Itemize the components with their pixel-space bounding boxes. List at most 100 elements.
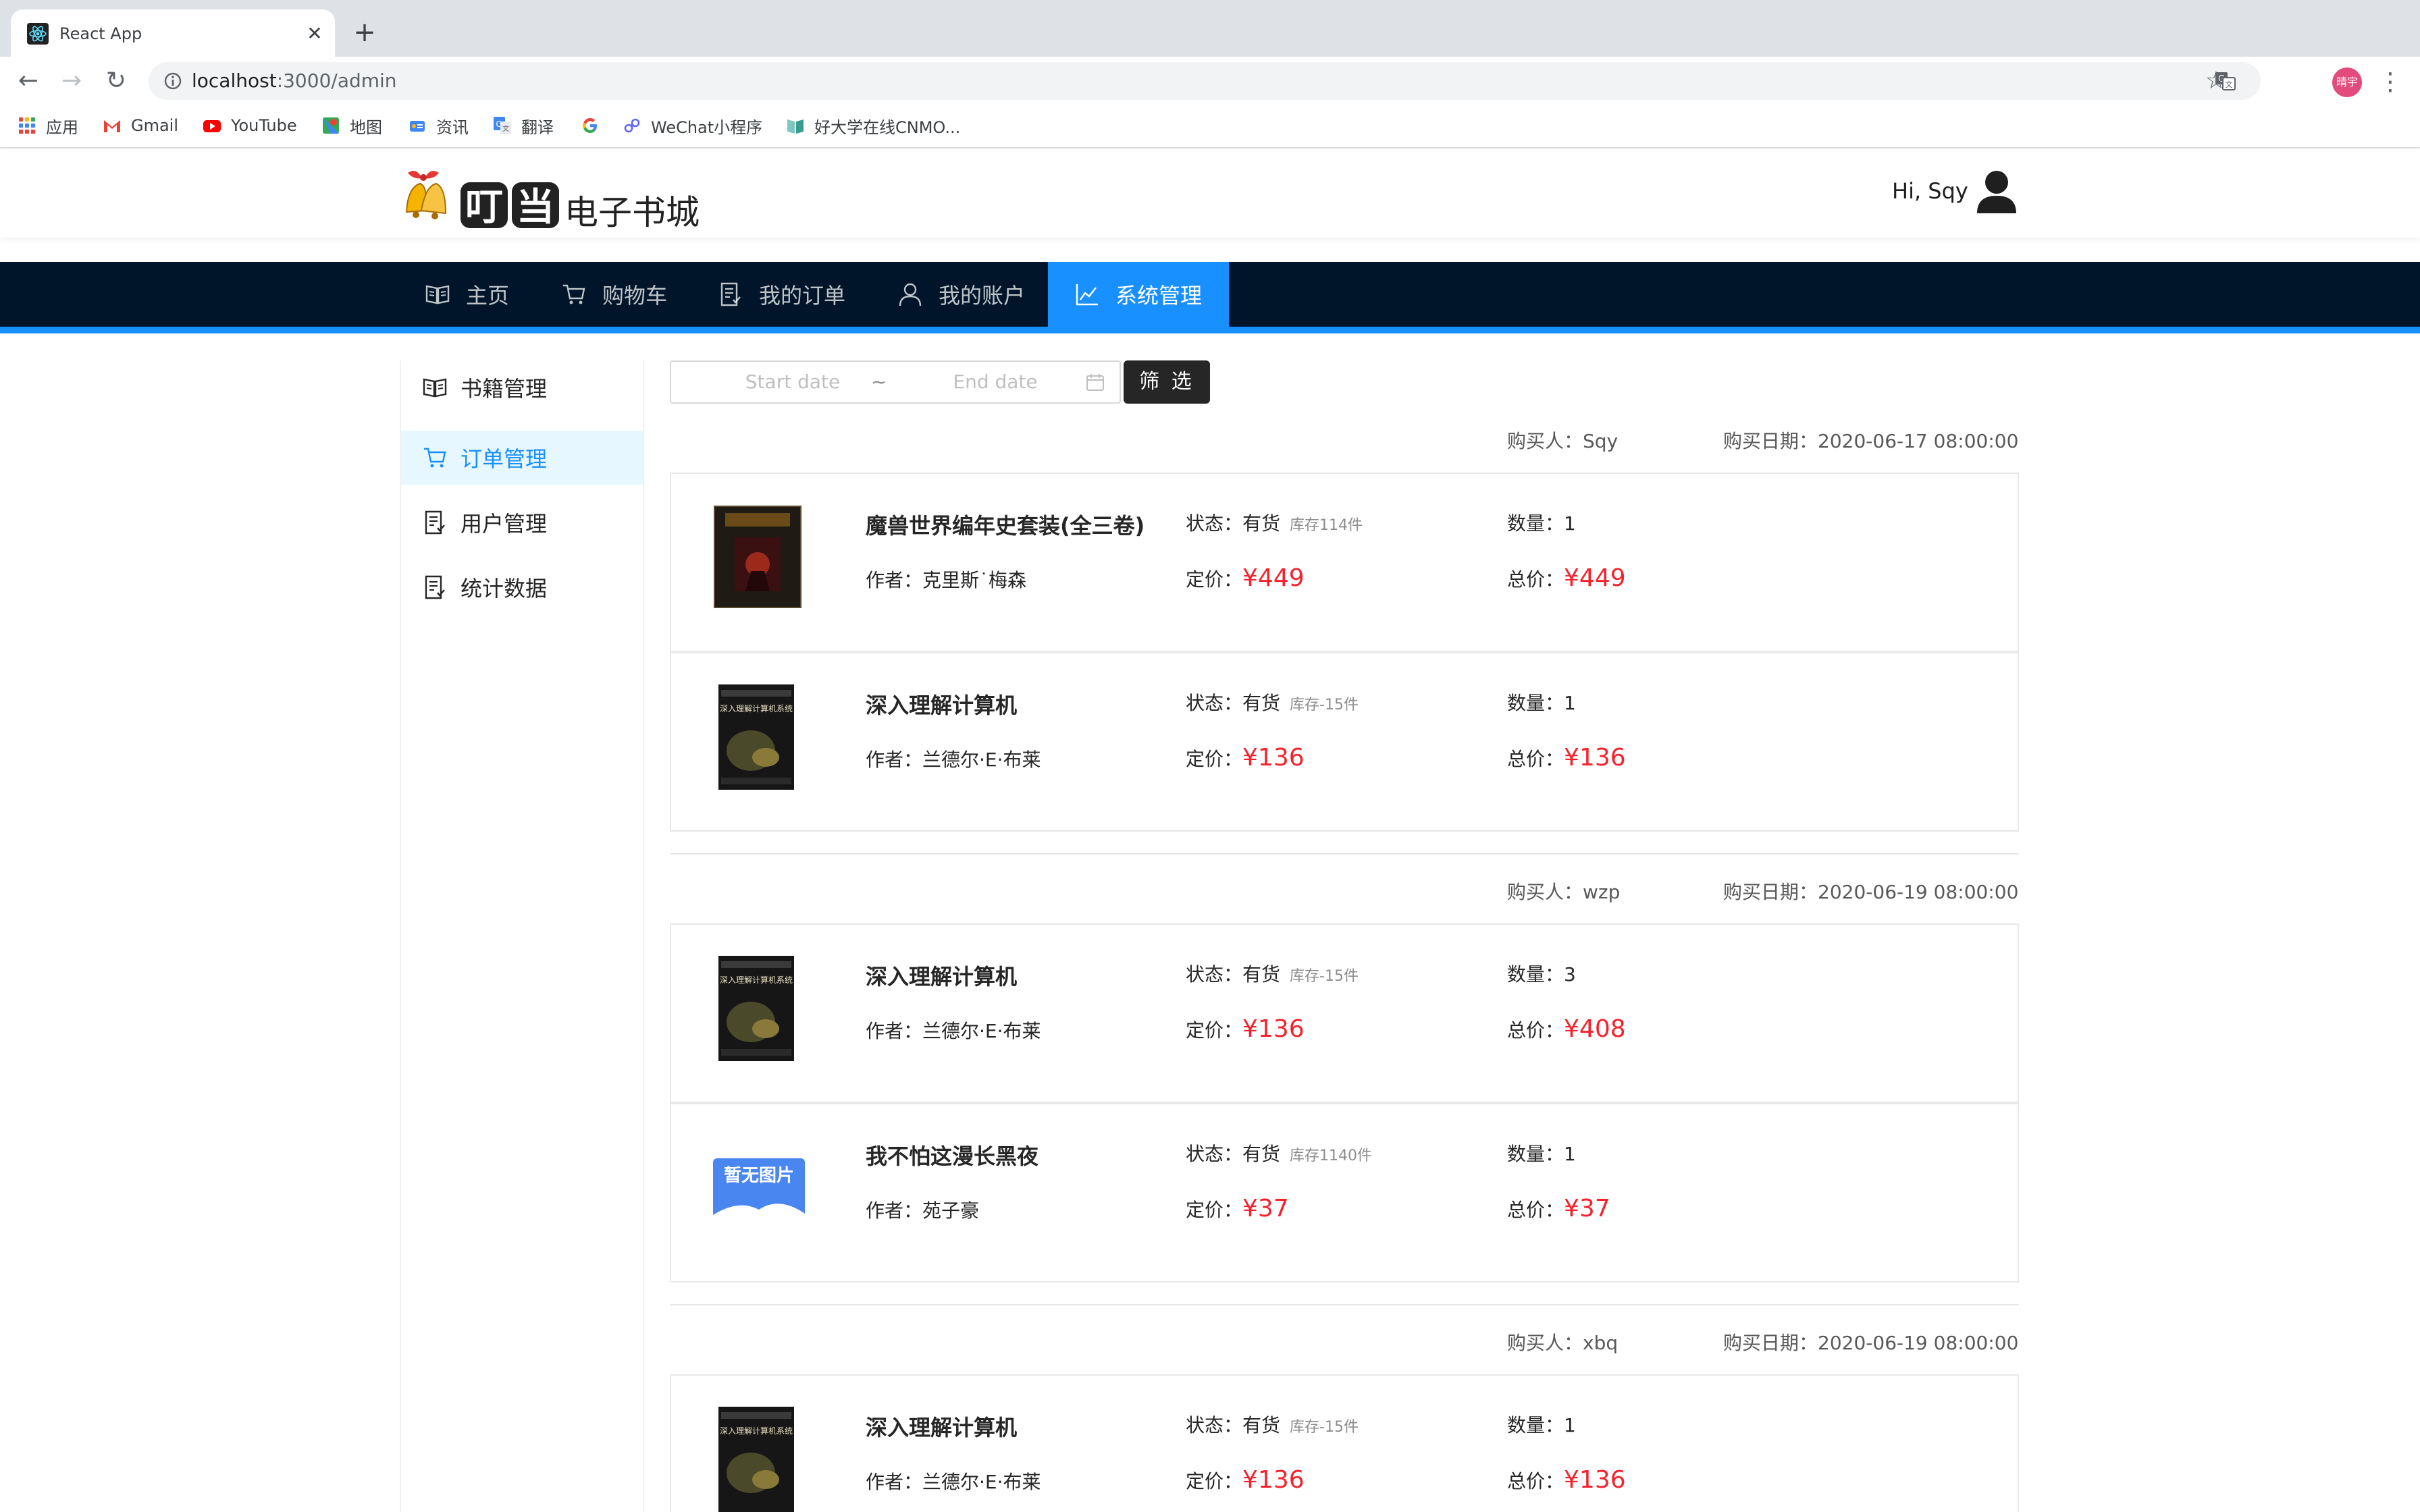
book-title[interactable]: 魔兽世界编年史套装(全三卷): [866, 509, 1145, 540]
bookmark-youtube[interactable]: YouTube: [203, 105, 297, 146]
order-item-card[interactable]: 深入理解计算机系统 深入理解计算机 作者：兰德尔·E·布莱 状态：有货 库存-15…: [670, 652, 2019, 832]
sidebar-item-orders[interactable]: 订单管理: [401, 431, 643, 485]
back-arrow-icon[interactable]: ←: [12, 65, 45, 97]
bookmark-translate[interactable]: G 文 翻译: [493, 105, 554, 146]
user-avatar-icon[interactable]: [1976, 169, 2018, 213]
nav-item-admin[interactable]: 系统管理: [1048, 262, 1230, 327]
author-value: 苑子豪: [922, 1199, 980, 1222]
filter-button[interactable]: 筛 选: [1124, 360, 1210, 404]
order-item-card[interactable]: 深入理解计算机系统 深入理解计算机 作者：兰德尔·E·布莱 状态：有货 库存-15…: [670, 1374, 2019, 1512]
buyer-name: Sqy: [1583, 430, 1619, 452]
nav-item-orders[interactable]: 我的订单: [691, 262, 872, 327]
book-title[interactable]: 深入理解计算机: [866, 960, 1017, 991]
gmail-icon: [104, 120, 120, 132]
book-title[interactable]: 我不怕这漫长黑夜: [866, 1139, 1038, 1170]
dangdang-ebook-store-logo[interactable]: 叮 当 电子书城: [401, 163, 712, 236]
sidebar-item-books[interactable]: 书籍管理: [401, 360, 643, 414]
order-date: 购买日期：2020-06-19 08:00:00: [1723, 1328, 2018, 1355]
author-value: 兰德尔·E·布莱: [922, 749, 1041, 771]
bookmark-wechat-miniprogram[interactable]: WeChat小程序: [623, 105, 762, 146]
stock-count: 库存1140件: [1290, 1148, 1373, 1164]
status-value: 有货: [1242, 692, 1281, 714]
url-text[interactable]: localhost:3000/admin: [192, 62, 397, 100]
bookmark-google[interactable]: [581, 105, 609, 146]
author-label: 作者：: [866, 749, 923, 771]
author-label: 作者：: [866, 1199, 923, 1222]
sidebar-item-statistics[interactable]: 统计数据: [401, 560, 643, 614]
forward-arrow-icon[interactable]: →: [55, 65, 88, 97]
bookmark-apps[interactable]: 应用: [18, 105, 78, 146]
book-status: 状态：有货 库存1140件: [1186, 1139, 1372, 1166]
order-divider: [670, 853, 2019, 855]
book-title[interactable]: 深入理解计算机: [866, 688, 1017, 720]
book-icon: [425, 285, 450, 304]
start-date-input[interactable]: Start date: [725, 362, 860, 402]
price-value: ¥136: [1242, 1015, 1305, 1043]
tab-title: React App: [59, 24, 142, 43]
sidebar-item-label: 用户管理: [461, 511, 548, 537]
nav-label: 系统管理: [1115, 283, 1203, 308]
book-author: 作者：苑子豪: [866, 1196, 979, 1223]
quantity-value: 1: [1564, 1414, 1576, 1436]
profile-avatar[interactable]: 晴宇: [2332, 68, 2362, 97]
address-bar[interactable]: localhost:3000/admin G 文 ☆: [149, 62, 2261, 100]
price-label: 定价：: [1186, 1019, 1243, 1042]
stock-count: 库存-15件: [1290, 968, 1359, 985]
end-date-input[interactable]: End date: [928, 362, 1063, 402]
nav-item-home[interactable]: 主页: [398, 262, 536, 327]
nav-item-cart[interactable]: 购物车: [535, 262, 694, 327]
new-tab-icon[interactable]: +: [348, 18, 381, 50]
price-label: 定价：: [1186, 568, 1243, 591]
bookmark-label: Gmail: [131, 116, 179, 135]
author-value: 克里斯˙梅森: [922, 569, 1027, 591]
placeholder-text: 暂无图片: [724, 1165, 794, 1186]
bookmark-label: 应用: [46, 117, 78, 137]
main-navigation: 主页 购物车 我的订单 我的账户 系统管理: [0, 262, 2420, 327]
user-greeting: Hi, Sqy: [1892, 178, 1968, 204]
bookmark-cnmooc[interactable]: 好大学在线CNMO...: [786, 105, 960, 146]
info-icon[interactable]: [162, 70, 184, 92]
date-range-picker[interactable]: Start date ~ End date: [670, 360, 1121, 404]
url-path: :3000/admin: [276, 70, 397, 92]
nav-item-account[interactable]: 我的账户: [871, 262, 1052, 327]
svg-text:深入理解计算机系统: 深入理解计算机系统: [720, 1426, 793, 1436]
price-value: ¥136: [1242, 1466, 1305, 1494]
price-value: ¥449: [1242, 564, 1305, 592]
bookmark-maps[interactable]: 地图: [321, 105, 382, 146]
sidebar-item-users[interactable]: 用户管理: [401, 495, 643, 549]
calendar-icon: [1086, 374, 1104, 391]
price-value: ¥37: [1242, 1195, 1289, 1222]
total-label: 总价：: [1507, 748, 1564, 770]
apps-grid-icon: [19, 117, 35, 134]
order-item-card[interactable]: 魔兽世界编年史套装(全三卷) 作者：克里斯˙梅森 状态：有货 库存114件 定价：…: [670, 473, 2019, 652]
book-status: 状态：有货 库存-15件: [1186, 1411, 1359, 1438]
stock-count: 库存-15件: [1290, 697, 1359, 713]
book-price: 定价：¥136: [1186, 1466, 1305, 1494]
bookmark-star-icon[interactable]: ☆: [2205, 66, 2227, 96]
bookmark-label: 翻译: [521, 117, 554, 137]
book-status: 状态：有货 库存-15件: [1186, 688, 1359, 716]
browser-tab[interactable]: React App ✕: [11, 9, 335, 57]
item-quantity: 数量：1: [1507, 1411, 1576, 1438]
author-label: 作者：: [866, 569, 923, 591]
stock-count: 库存114件: [1290, 517, 1363, 534]
react-favicon-icon: [27, 23, 49, 45]
nav-accent-bar: [0, 327, 2420, 333]
order-item-card[interactable]: 深入理解计算机系统 深入理解计算机 作者：兰德尔·E·布莱 状态：有货 库存-15…: [670, 923, 2019, 1103]
order-item-card[interactable]: 暂无图片 我不怕这漫长黑夜 作者：苑子豪 状态：有货 库存1140件 定价：¥37…: [670, 1103, 2019, 1282]
line-chart-icon: [1076, 284, 1098, 306]
status-value: 有货: [1242, 1414, 1281, 1436]
book-title[interactable]: 深入理解计算机: [866, 1411, 1017, 1442]
bookmark-label: YouTube: [231, 116, 297, 135]
book-author: 作者：克里斯˙梅森: [866, 566, 1026, 593]
more-menu-icon[interactable]: ⋮: [2377, 66, 2404, 99]
quantity-value: 1: [1564, 512, 1576, 535]
bookmark-news[interactable]: 资讯: [408, 105, 469, 146]
user-icon: [899, 283, 922, 306]
svg-text:电子书城: 电子书城: [564, 193, 700, 232]
google-g-icon: [583, 118, 597, 133]
close-tab-icon[interactable]: ✕: [301, 20, 328, 47]
bookmark-gmail[interactable]: Gmail: [103, 105, 178, 146]
reload-icon[interactable]: ↻: [100, 65, 132, 97]
browser-tabstrip: React App ✕ +: [0, 0, 2420, 57]
